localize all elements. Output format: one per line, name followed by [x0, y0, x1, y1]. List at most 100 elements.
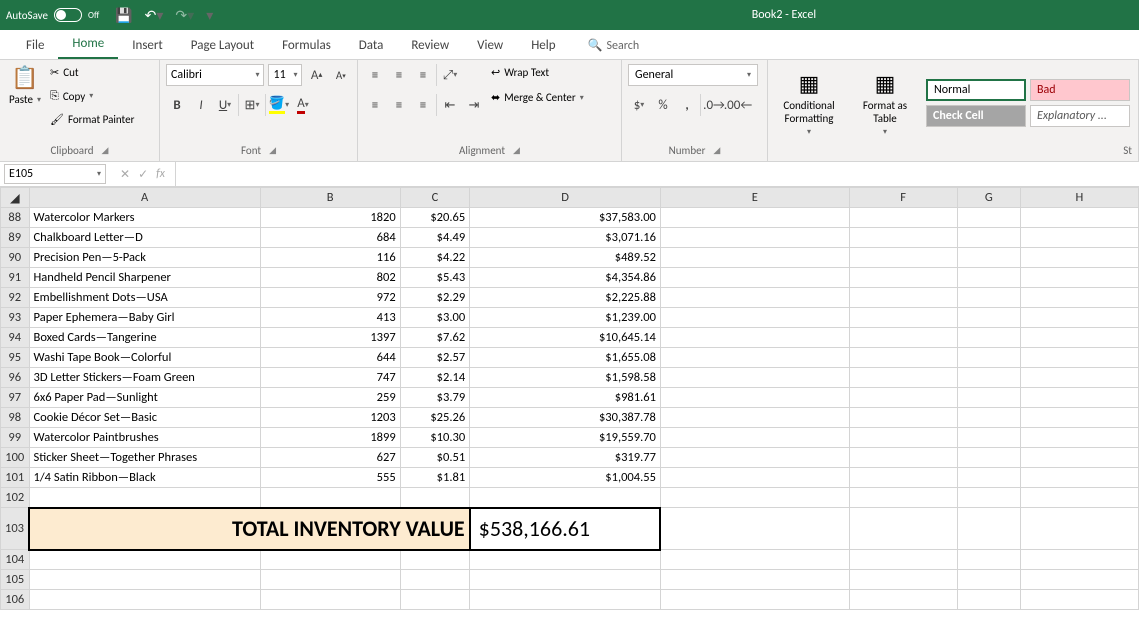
- column-header[interactable]: G: [957, 188, 1020, 208]
- cell[interactable]: [660, 268, 849, 288]
- cell[interactable]: [660, 308, 849, 328]
- number-dialog-launcher-icon[interactable]: ◢: [713, 145, 720, 156]
- enter-formula-icon[interactable]: ✓: [138, 167, 148, 182]
- redo-icon[interactable]: ↷▾: [175, 7, 194, 24]
- increase-decimal-icon[interactable]: .0→: [703, 94, 725, 116]
- formula-bar[interactable]: [176, 162, 1139, 186]
- cell[interactable]: [1020, 228, 1138, 248]
- toggle-icon[interactable]: [54, 8, 82, 22]
- cell[interactable]: 259: [260, 388, 400, 408]
- cell[interactable]: [1020, 328, 1138, 348]
- cell[interactable]: [660, 328, 849, 348]
- cell[interactable]: $3,071.16: [470, 228, 661, 248]
- tab-insert[interactable]: Insert: [118, 32, 177, 59]
- cell[interactable]: [660, 550, 849, 570]
- cell[interactable]: [957, 368, 1020, 388]
- save-icon[interactable]: 💾: [115, 7, 132, 24]
- cell[interactable]: [1020, 590, 1138, 610]
- format-as-table-button[interactable]: ▦ Format as Table▾: [850, 70, 920, 137]
- align-top-icon[interactable]: ≡: [364, 64, 386, 86]
- cell[interactable]: [1020, 488, 1138, 508]
- align-middle-icon[interactable]: ≡: [388, 64, 410, 86]
- cell[interactable]: 1899: [260, 428, 400, 448]
- cell[interactable]: 1820: [260, 208, 400, 228]
- cell[interactable]: 1/4 Satin Ribbon—Black: [29, 468, 260, 488]
- cell[interactable]: $20.65: [400, 208, 470, 228]
- cell[interactable]: [957, 550, 1020, 570]
- cell[interactable]: [660, 348, 849, 368]
- cell[interactable]: [400, 550, 470, 570]
- row-header[interactable]: 106: [1, 590, 30, 610]
- cell[interactable]: [660, 228, 849, 248]
- copy-button[interactable]: ⎘Copy ▾: [50, 87, 134, 105]
- style-check-cell[interactable]: Check Cell: [926, 105, 1026, 127]
- row-header[interactable]: 98: [1, 408, 30, 428]
- cell[interactable]: Watercolor Paintbrushes: [29, 428, 260, 448]
- cell[interactable]: [849, 308, 957, 328]
- cell[interactable]: $1,004.55: [470, 468, 661, 488]
- cell[interactable]: [957, 488, 1020, 508]
- cell[interactable]: [470, 550, 661, 570]
- cell[interactable]: [470, 570, 661, 590]
- row-header[interactable]: 91: [1, 268, 30, 288]
- cell[interactable]: $4.22: [400, 248, 470, 268]
- font-size-combo[interactable]: 11▾: [268, 64, 302, 86]
- cell[interactable]: [660, 388, 849, 408]
- cell[interactable]: 684: [260, 228, 400, 248]
- row-header[interactable]: 94: [1, 328, 30, 348]
- style-bad[interactable]: Bad: [1030, 79, 1130, 101]
- cell[interactable]: [957, 570, 1020, 590]
- fx-icon[interactable]: fx: [156, 167, 165, 181]
- cell[interactable]: [849, 228, 957, 248]
- align-bottom-icon[interactable]: ≡: [412, 64, 434, 86]
- cell[interactable]: [849, 508, 957, 550]
- percent-button[interactable]: %: [652, 94, 674, 116]
- cell[interactable]: [660, 408, 849, 428]
- cell[interactable]: [400, 590, 470, 610]
- cell[interactable]: [1020, 408, 1138, 428]
- cell[interactable]: [660, 448, 849, 468]
- cell[interactable]: [1020, 468, 1138, 488]
- cell[interactable]: [849, 268, 957, 288]
- cell[interactable]: [1020, 388, 1138, 408]
- cell[interactable]: 627: [260, 448, 400, 468]
- cell[interactable]: [957, 248, 1020, 268]
- borders-button[interactable]: ⊞▾: [241, 94, 263, 116]
- cell[interactable]: $7.62: [400, 328, 470, 348]
- cell[interactable]: $0.51: [400, 448, 470, 468]
- cell[interactable]: [29, 590, 260, 610]
- column-header[interactable]: A: [29, 188, 260, 208]
- cell[interactable]: [849, 570, 957, 590]
- cell[interactable]: [660, 570, 849, 590]
- alignment-dialog-launcher-icon[interactable]: ◢: [513, 145, 520, 156]
- cell[interactable]: [470, 590, 661, 610]
- cell[interactable]: [1020, 308, 1138, 328]
- cell[interactable]: 747: [260, 368, 400, 388]
- font-name-combo[interactable]: Calibri▾: [166, 64, 264, 86]
- row-header[interactable]: 105: [1, 570, 30, 590]
- format-painter-button[interactable]: 🖌Format Painter: [50, 111, 134, 128]
- cell[interactable]: [957, 328, 1020, 348]
- column-header[interactable]: B: [260, 188, 400, 208]
- cell[interactable]: [660, 248, 849, 268]
- underline-button[interactable]: U▾: [214, 94, 236, 116]
- cell[interactable]: Chalkboard Letter—D: [29, 228, 260, 248]
- cell[interactable]: [957, 388, 1020, 408]
- cell[interactable]: [29, 570, 260, 590]
- cell[interactable]: 3D Letter Stickers—Foam Green: [29, 368, 260, 388]
- style-explanatory[interactable]: Explanatory ...: [1030, 105, 1130, 127]
- cancel-formula-icon[interactable]: ✕: [120, 167, 130, 182]
- name-box[interactable]: E105▾: [4, 164, 106, 184]
- cell[interactable]: [957, 508, 1020, 550]
- cell[interactable]: Paper Ephemera—Baby Girl: [29, 308, 260, 328]
- cell[interactable]: [400, 488, 470, 508]
- cell[interactable]: [957, 348, 1020, 368]
- cell[interactable]: [849, 288, 957, 308]
- paste-icon[interactable]: 📋: [11, 64, 38, 91]
- cell[interactable]: [29, 550, 260, 570]
- cell[interactable]: [957, 308, 1020, 328]
- cell[interactable]: $1,598.58: [470, 368, 661, 388]
- cell[interactable]: [260, 550, 400, 570]
- decrease-decimal-icon[interactable]: .00←: [727, 94, 749, 116]
- cell[interactable]: 1203: [260, 408, 400, 428]
